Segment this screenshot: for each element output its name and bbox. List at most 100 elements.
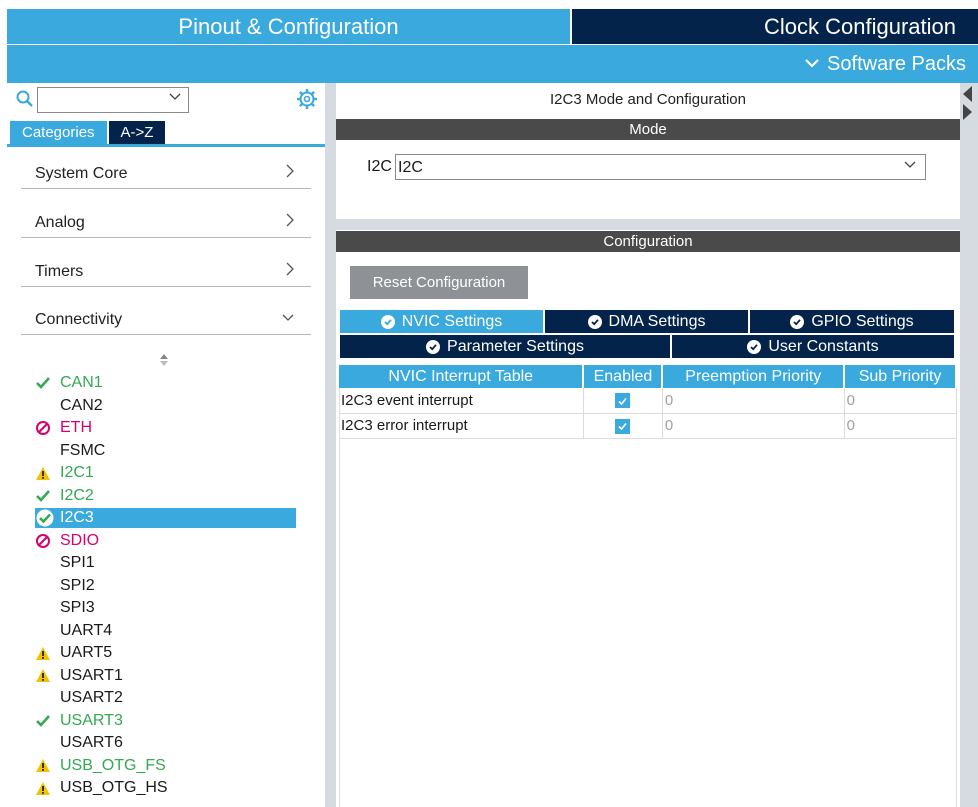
- peripheral-label: USB_OTG_FS: [60, 756, 166, 774]
- peripheral-i2c2[interactable]: I2C2: [35, 486, 94, 506]
- section-divider: [336, 219, 960, 230]
- software-packs-label: Software Packs: [827, 52, 966, 75]
- category-analog[interactable]: Analog: [21, 212, 311, 238]
- sort-handle-icon[interactable]: [159, 353, 169, 368]
- peripheral-usart3[interactable]: USART3: [35, 711, 123, 731]
- peripheral-usb-otg-hs[interactable]: USB_OTG_HS: [35, 778, 168, 798]
- blocked-icon: [35, 419, 55, 437]
- preemption-priority-cell[interactable]: 0: [662, 388, 845, 414]
- peripheral-label: ETH: [60, 419, 92, 436]
- warning-icon: [35, 779, 55, 797]
- search-input[interactable]: [37, 87, 189, 113]
- tab-a-to-z[interactable]: A->Z: [108, 121, 166, 144]
- peripheral-label: UART5: [60, 644, 113, 661]
- peripheral-uart4[interactable]: UART4: [35, 621, 112, 641]
- category-label: System Core: [35, 165, 128, 182]
- reset-configuration-button[interactable]: Reset Configuration: [350, 266, 528, 299]
- tab-label: DMA Settings: [608, 312, 706, 330]
- status-placeholder: [35, 689, 55, 707]
- peripheral-label: CAN1: [60, 374, 103, 391]
- tab-categories[interactable]: Categories: [10, 121, 107, 144]
- chevron-down-icon: [281, 311, 295, 329]
- right-scrollbar[interactable]: [960, 83, 978, 807]
- blocked-icon: [35, 532, 55, 550]
- chevron-right-icon: [285, 261, 295, 282]
- peripheral-usart1[interactable]: USART1: [35, 666, 123, 686]
- warning-icon: [35, 464, 55, 482]
- peripheral-usart6[interactable]: USART6: [35, 733, 123, 753]
- collapse-left-icon[interactable]: [963, 86, 972, 102]
- peripheral-label: CAN2: [60, 396, 103, 414]
- column-header[interactable]: NVIC Interrupt Table: [339, 365, 585, 388]
- enabled-cell: [583, 388, 663, 414]
- peripheral-label: USART3: [60, 711, 123, 729]
- tab-user-constants[interactable]: User Constants: [672, 335, 954, 358]
- peripheral-spi2[interactable]: SPI2: [35, 576, 95, 596]
- status-placeholder: [35, 577, 55, 595]
- peripheral-label: USART6: [60, 734, 123, 751]
- peripheral-label: I2C2: [60, 486, 94, 504]
- column-header[interactable]: Enabled: [583, 365, 664, 388]
- peripheral-uart5[interactable]: UART5: [35, 643, 112, 663]
- chevron-down-icon: [168, 91, 182, 106]
- table-row: I2C3 event interrupt 0 0: [339, 388, 957, 414]
- category-connectivity[interactable]: Connectivity: [21, 309, 311, 335]
- peripheral-can2[interactable]: CAN2: [35, 396, 103, 416]
- peripheral-fsmc[interactable]: FSMC: [35, 441, 105, 461]
- peripheral-label: SPI2: [60, 576, 95, 594]
- tab-dma-settings[interactable]: DMA Settings: [545, 310, 748, 333]
- gear-icon[interactable]: [296, 88, 318, 110]
- column-header[interactable]: Preemption Priority: [662, 365, 846, 388]
- preemption-priority-cell[interactable]: 0: [662, 413, 845, 439]
- tab-parameter-settings[interactable]: Parameter Settings: [340, 335, 670, 358]
- peripheral-spi3[interactable]: SPI3: [35, 598, 95, 618]
- peripheral-label: SPI1: [60, 554, 95, 571]
- peripheral-i2c3[interactable]: I2C3: [35, 508, 296, 528]
- check-circle-icon: [747, 339, 762, 354]
- check-circle-icon: [790, 314, 805, 329]
- peripheral-spi1[interactable]: SPI1: [35, 553, 95, 573]
- category-timers[interactable]: Timers: [21, 261, 311, 287]
- check-circle-icon: [426, 339, 441, 354]
- right-panel: I2C3 Mode and Configuration Mode I2C I2C…: [336, 83, 960, 807]
- sub-priority-cell[interactable]: 0: [844, 388, 957, 414]
- nvic-interrupt-table: NVIC Interrupt Table Enabled Preemption …: [339, 365, 957, 439]
- chevron-right-icon: [285, 163, 295, 184]
- category-system-core[interactable]: System Core: [21, 163, 311, 189]
- table-row: I2C3 error interrupt 0 0: [339, 413, 957, 439]
- check-icon: [35, 487, 55, 505]
- status-placeholder: [35, 734, 55, 752]
- sub-priority-cell[interactable]: 0: [844, 413, 957, 439]
- tab-pinout-configuration[interactable]: Pinout & Configuration: [7, 9, 570, 44]
- tab-clock-configuration[interactable]: Clock Configuration: [572, 9, 978, 44]
- enabled-checkbox[interactable]: [615, 393, 631, 409]
- check-icon: [35, 712, 55, 730]
- peripheral-sdio[interactable]: SDIO: [35, 531, 99, 551]
- check-circle-icon: [35, 509, 55, 527]
- chevron-right-icon: [285, 212, 295, 233]
- search-icon[interactable]: [15, 89, 35, 109]
- peripheral-label: USART2: [60, 689, 123, 706]
- peripheral-usb-otg-fs[interactable]: USB_OTG_FS: [35, 756, 166, 776]
- i2c-mode-select[interactable]: I2C: [395, 154, 926, 180]
- tab-label: NVIC Settings: [401, 312, 503, 330]
- peripheral-label: I2C3: [60, 509, 94, 526]
- category-label: Timers: [35, 263, 84, 280]
- peripheral-usart2[interactable]: USART2: [35, 688, 123, 708]
- warning-icon: [35, 757, 55, 775]
- tab-label: Parameter Settings: [447, 337, 584, 355]
- peripheral-can1[interactable]: CAN1: [35, 373, 103, 393]
- tab-gpio-settings[interactable]: GPIO Settings: [750, 310, 954, 333]
- enabled-cell: [583, 413, 663, 439]
- peripheral-i2c1[interactable]: I2C1: [35, 463, 94, 483]
- software-packs-button[interactable]: Software Packs: [805, 53, 966, 76]
- expand-right-icon[interactable]: [963, 104, 972, 120]
- enabled-checkbox[interactable]: [615, 418, 631, 434]
- tab-nvic-settings[interactable]: NVIC Settings: [340, 310, 543, 333]
- status-placeholder: [35, 599, 55, 617]
- tab-clock-label: Clock Configuration: [764, 13, 956, 39]
- column-header[interactable]: Sub Priority: [844, 365, 957, 388]
- chevron-down-icon: [805, 55, 819, 73]
- peripheral-eth[interactable]: ETH: [35, 418, 92, 438]
- panel-splitter[interactable]: [325, 83, 336, 807]
